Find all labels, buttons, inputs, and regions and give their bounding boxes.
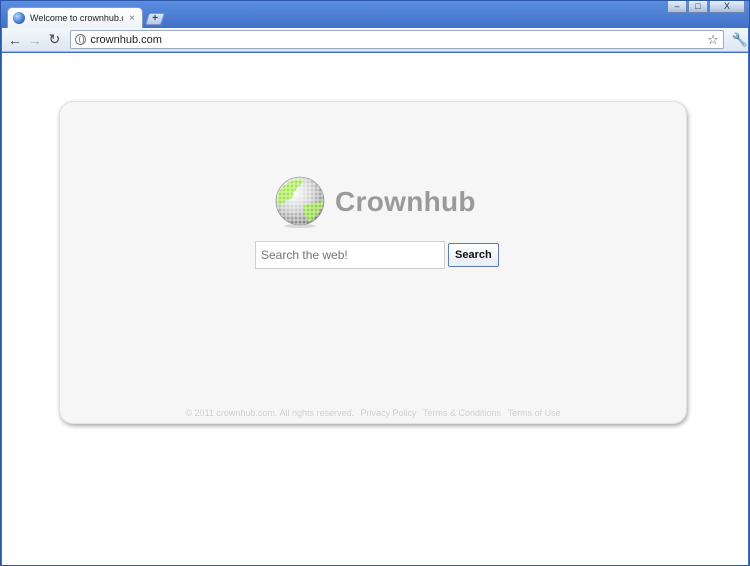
crownhub-globe-logo <box>275 176 325 228</box>
minimize-button[interactable]: – <box>667 1 687 13</box>
tab-strip: Welcome to crownhub.com × + – □ X <box>1 1 749 28</box>
close-window-button[interactable]: X <box>709 1 745 13</box>
globe-icon <box>13 12 25 24</box>
new-tab-button[interactable]: + <box>145 13 165 25</box>
copyright-text: © 2011 crownhub.com. All rights reserved… <box>185 408 354 418</box>
window-controls: – □ X <box>667 1 745 13</box>
page-viewport: Crownhub Search © 2011 crownhub.com. All… <box>2 53 748 565</box>
brand-logo: Crownhub <box>274 176 476 228</box>
search-input[interactable] <box>255 241 445 269</box>
maximize-button[interactable]: □ <box>688 1 708 13</box>
browser-toolbar: ← → ↻ crownhub.com ☆ 🔧 <box>2 28 748 52</box>
star-icon[interactable]: ☆ <box>707 32 719 48</box>
reload-button[interactable]: ↻ <box>45 30 65 50</box>
privacy-policy-link[interactable]: Privacy Policy <box>360 408 416 418</box>
close-icon[interactable]: × <box>127 13 137 24</box>
plus-icon: + <box>152 13 158 24</box>
terms-of-use-link[interactable]: Terms of Use <box>508 408 561 418</box>
tab-title: Welcome to crownhub.com <box>30 13 123 23</box>
page-footer: © 2011 crownhub.com. All rights reserved… <box>60 408 686 418</box>
wrench-icon[interactable]: 🔧 <box>732 32 748 48</box>
search-button[interactable]: Search <box>448 243 499 267</box>
search-card: Crownhub Search © 2011 crownhub.com. All… <box>59 101 687 424</box>
brand-name: Crownhub <box>335 186 476 217</box>
forward-button[interactable]: → <box>25 30 45 50</box>
globe-icon <box>75 34 87 45</box>
browser-window: Welcome to crownhub.com × + – □ X ← → ↻ … <box>0 0 750 566</box>
back-button[interactable]: ← <box>5 30 25 50</box>
address-bar[interactable]: crownhub.com ☆ <box>70 30 724 49</box>
search-form: Search <box>255 241 499 269</box>
address-text[interactable]: crownhub.com <box>90 34 707 46</box>
tab-active[interactable]: Welcome to crownhub.com × <box>7 7 143 28</box>
terms-conditions-link[interactable]: Terms & Conditions <box>423 408 501 418</box>
